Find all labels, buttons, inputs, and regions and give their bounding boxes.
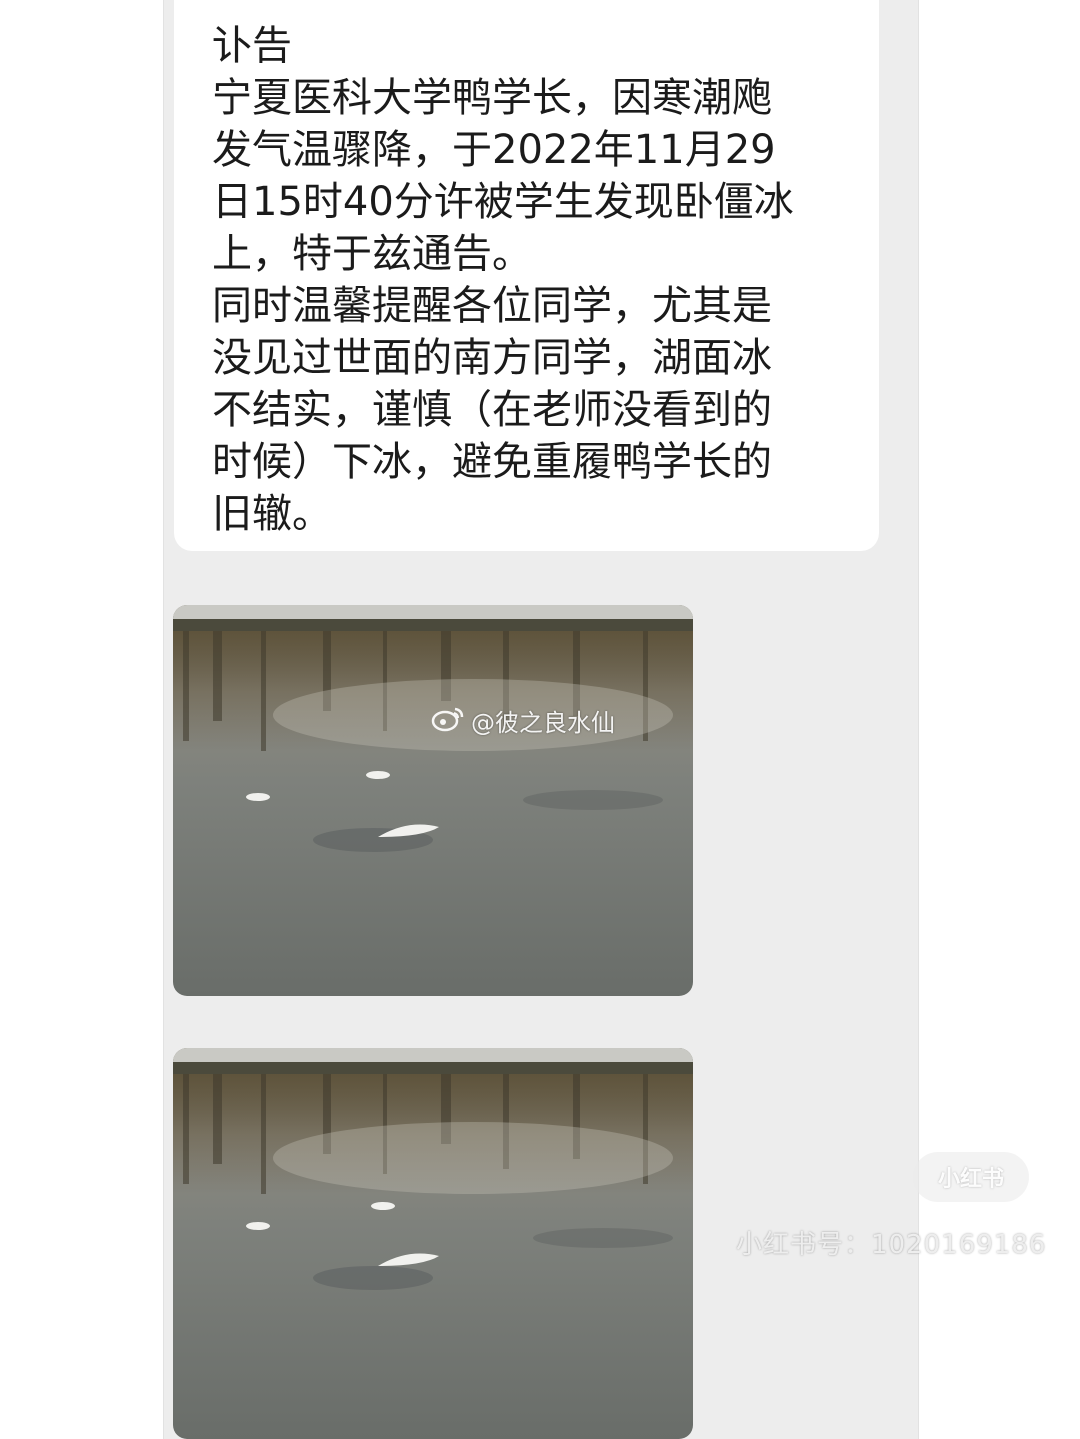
- lake-photo[interactable]: [173, 605, 693, 996]
- xiaohongshu-id: 小红书号：1020169186: [736, 1230, 1047, 1260]
- lake-photo-image: [173, 605, 693, 996]
- xiaohongshu-logo: 小红书: [913, 1152, 1029, 1202]
- lake-photo-image: [173, 1048, 693, 1439]
- message-line: 日15时40分许被学生发现卧僵冰: [212, 179, 794, 225]
- message-line: 不结实，谨慎（在老师没看到的: [212, 387, 772, 433]
- weibo-icon: [431, 704, 465, 738]
- message-line: 同时温馨提醒各位同学，尤其是: [212, 283, 772, 329]
- message-line: 时候）下冰，避免重履鸭学长的: [212, 439, 772, 485]
- lake-photo[interactable]: [173, 1048, 693, 1439]
- message-line: 讣告: [212, 23, 292, 69]
- message-line: 没见过世面的南方同学，湖面冰: [212, 335, 772, 381]
- message-line: 发气温骤降，于2022年11月29: [212, 127, 776, 173]
- weibo-watermark: @彼之良水仙: [431, 703, 615, 738]
- message-line: 宁夏医科大学鸭学长，因寒潮飑: [212, 75, 772, 121]
- message-line: 旧辙。: [212, 491, 332, 537]
- message-line: 上，特于兹通告。: [212, 231, 532, 277]
- message-bubble[interactable]: 讣告 宁夏医科大学鸭学长，因寒潮飑 发气温骤降，于2022年11月29 日15时…: [174, 0, 879, 551]
- weibo-handle: @彼之良水仙: [471, 709, 615, 737]
